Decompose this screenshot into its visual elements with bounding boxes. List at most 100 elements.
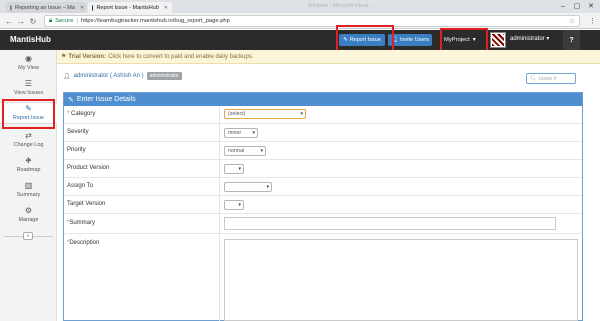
role-badge: administrator	[146, 72, 182, 80]
sidebar-item-manage[interactable]: ⚙ Manage	[0, 204, 57, 226]
tab-label: Report Issue - MantisHub	[96, 4, 159, 11]
target-version-select[interactable]: ▾	[224, 200, 244, 210]
form-row-target-version: Target Version ▾	[64, 196, 582, 214]
issue-search-input[interactable]: 🔍︎ Issue #	[526, 73, 576, 84]
sidebar-item-label: Roadmap	[16, 167, 41, 173]
priority-value: normal	[228, 148, 245, 154]
sidebar-item-my-view[interactable]: ◉ My View	[0, 52, 57, 74]
tab-label: Reporting an Issue – Ma	[15, 4, 75, 11]
summary-input[interactable]	[224, 217, 556, 230]
product-version-select[interactable]: ▾	[224, 164, 244, 174]
priority-label: Priority	[67, 147, 86, 153]
chevron-down-icon: ▾	[252, 130, 255, 136]
flag-icon: ⚑	[61, 54, 67, 60]
user-menu[interactable]: administrator ▾	[510, 35, 549, 42]
browser-tab-bar: Reporting an Issue – Ma ✕ Report Issue -…	[0, 0, 600, 13]
sidebar-collapse-button[interactable]: «	[23, 232, 33, 240]
target-version-label: Target Version	[67, 201, 106, 207]
lock-icon: 🔒︎	[49, 17, 53, 24]
address-bar[interactable]: 🔒︎ Secure | https://learnbugtracker.mant…	[44, 15, 580, 27]
favicon-icon	[10, 4, 12, 11]
road-icon: ⛖	[25, 156, 32, 165]
issue-form: ✎ Enter Issue Details * Category (select…	[63, 92, 583, 321]
avatar[interactable]	[490, 32, 506, 48]
sidebar-item-view-issues[interactable]: ☰ View Issues	[0, 77, 57, 99]
search-placeholder: Issue #	[538, 75, 557, 82]
search-icon: 🔍︎	[530, 75, 537, 82]
browser-toolbar: ← → ↻ 🔒︎ Secure | https://learnbugtracke…	[0, 13, 600, 29]
description-label: *Description	[67, 240, 99, 246]
forward-icon[interactable]: →	[16, 16, 26, 26]
sidebar-item-label: View Issues	[13, 90, 44, 96]
form-row-severity: Severity minor ▾	[64, 124, 582, 142]
severity-select[interactable]: minor ▾	[224, 128, 258, 138]
star-icon[interactable]: ☆	[569, 17, 575, 25]
category-select[interactable]: (select) ▾	[224, 109, 306, 119]
maximize-icon[interactable]: ▢	[570, 1, 584, 11]
description-label-text: Description	[69, 240, 100, 246]
banner-bold-label: Trial Version:	[68, 53, 107, 60]
reload-icon[interactable]: ↻	[28, 16, 38, 26]
chevron-down-icon: ▾	[260, 148, 263, 154]
url-text: https://learnbugtracker.mantishub.io/bug…	[80, 18, 230, 24]
screen: Reporting an Issue – Ma ✕ Report Issue -…	[0, 0, 600, 321]
form-title: Enter Issue Details	[76, 96, 136, 103]
minimize-icon[interactable]: –	[556, 1, 570, 11]
breadcrumb: 👤︎ administrator ( Ashish An ) administr…	[63, 72, 182, 80]
browser-tab-reporting[interactable]: Reporting an Issue – Ma ✕	[6, 2, 86, 13]
sidebar-item-change-log[interactable]: ⇄ Change Log	[0, 129, 57, 151]
severity-label: Severity	[67, 129, 89, 135]
chevron-down-icon: ▾	[300, 111, 303, 117]
help-button[interactable]: ?	[563, 30, 580, 50]
back-icon[interactable]: ←	[4, 16, 14, 26]
retweet-icon: ⇄	[25, 131, 32, 140]
bar-chart-icon: ▥	[24, 181, 33, 190]
user-name-link[interactable]: administrator ( Ashish An )	[74, 73, 144, 79]
invite-users-button[interactable]: 👤︎ Invite Users	[388, 34, 432, 46]
sidebar-item-summary[interactable]: ▥ Summary	[0, 179, 57, 201]
brand-logo[interactable]: MantisHub	[10, 35, 51, 44]
chevron-down-icon: ▾	[546, 36, 550, 42]
app-header: MantisHub ✎ Report Issue 👤︎ Invite Users…	[0, 30, 600, 50]
category-label-text: Category	[71, 111, 96, 117]
chevron-down-icon: ▾	[238, 166, 241, 172]
form-row-priority: Priority normal ▾	[64, 142, 582, 160]
assign-to-label: Assign To	[67, 183, 93, 189]
banner-text: Click here to convert to paid and enable…	[108, 53, 254, 60]
sidebar-item-roadmap[interactable]: ⛖ Roadmap	[0, 154, 57, 176]
form-header: ✎ Enter Issue Details	[64, 93, 582, 106]
product-version-label: Product Version	[67, 165, 110, 171]
summary-label-text: Summary	[69, 220, 96, 226]
browser-menu-icon[interactable]: ⋮	[589, 17, 596, 25]
close-icon[interactable]: ✕	[164, 5, 168, 11]
gears-icon: ⚙	[24, 206, 33, 215]
sidebar-item-label: Change Log	[13, 142, 44, 148]
user-menu-label: administrator	[510, 36, 545, 42]
avatar-image	[492, 34, 504, 46]
description-textarea[interactable]	[224, 239, 578, 321]
priority-select[interactable]: normal ▾	[224, 146, 266, 156]
category-label: * Category	[67, 111, 95, 117]
chevron-down-icon: ▾	[266, 184, 269, 190]
dashboard-icon: ◉	[25, 54, 32, 63]
summary-label: *Summary	[67, 220, 95, 226]
sidebar-item-label: Manage	[18, 217, 39, 223]
chevron-down-icon: ▾	[238, 202, 241, 208]
sidebar-item-label: Summary	[16, 192, 41, 198]
favicon-icon	[92, 4, 94, 11]
form-row-summary: *Summary	[64, 214, 582, 234]
form-row-product-version: Product Version ▾	[64, 160, 582, 178]
severity-value: minor	[228, 130, 242, 136]
trial-banner[interactable]: ⚑ Trial Version: Click here to convert t…	[57, 50, 600, 64]
secure-label: Secure	[55, 18, 74, 24]
assign-to-select[interactable]: ▾	[224, 182, 272, 192]
annotation-box	[2, 99, 55, 129]
separator: |	[76, 18, 78, 24]
form-row-category: * Category (select) ▾	[64, 106, 582, 124]
user-icon: 👤︎	[63, 73, 71, 80]
list-icon: ☰	[24, 79, 33, 88]
browser-tab-report-issue[interactable]: Report Issue - MantisHub ✕	[88, 2, 172, 13]
close-icon[interactable]: ✕	[80, 5, 84, 11]
close-window-icon[interactable]: ✕	[584, 1, 598, 11]
invite-users-button-label: Invite Users	[399, 37, 430, 43]
